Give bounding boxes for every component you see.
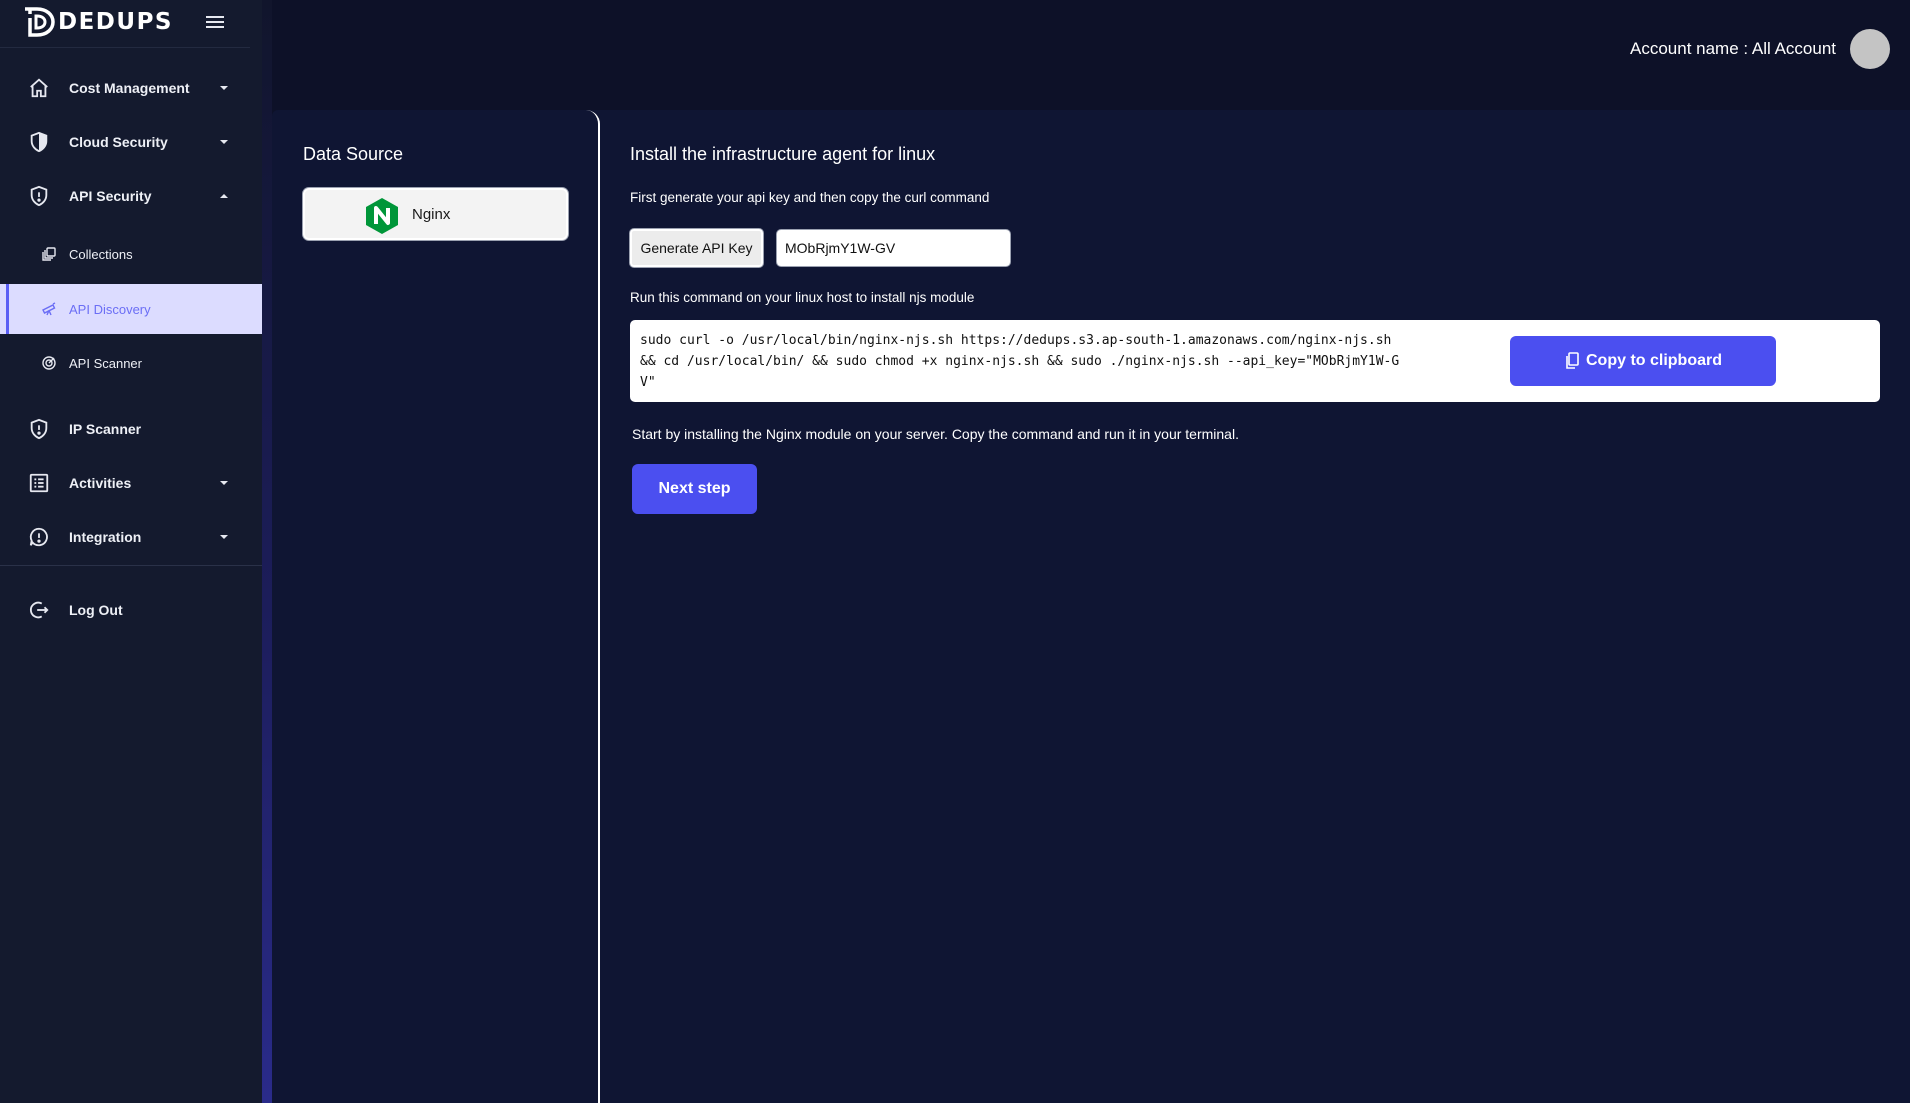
- radar-icon: [42, 356, 56, 370]
- sidebar-item-integration[interactable]: Integration: [0, 512, 262, 562]
- dedups-logo-icon: [25, 7, 55, 37]
- home-icon: [30, 78, 48, 98]
- copy-button-label: Copy to clipboard: [1586, 352, 1722, 369]
- sidebar-item-label: API Discovery: [69, 301, 151, 317]
- next-step-button[interactable]: Next step: [632, 464, 757, 514]
- sidebar-item-api-discovery[interactable]: API Discovery: [0, 284, 262, 334]
- sidebar-item-cost-management[interactable]: Cost Management: [0, 63, 262, 113]
- sidebar-item-collections[interactable]: Collections: [0, 229, 262, 279]
- sidebar-item-label: Cloud Security: [69, 134, 168, 150]
- hamburger-menu-icon[interactable]: [206, 14, 224, 30]
- account-name: Account name : All Account: [1630, 39, 1837, 58]
- nginx-source-card[interactable]: Nginx: [303, 188, 568, 240]
- logout-icon: [29, 601, 49, 619]
- sidebar-item-label: API Scanner: [69, 355, 142, 371]
- telescope-icon: [42, 302, 56, 316]
- brand-logo[interactable]: DEDUPS: [22, 6, 173, 38]
- chevron-down-icon[interactable]: [219, 532, 229, 542]
- chevron-down-icon[interactable]: [219, 83, 229, 93]
- sidebar-item-label: Collections: [69, 246, 133, 262]
- sidebar-edge: [262, 0, 272, 1103]
- shield-icon: [30, 131, 48, 153]
- install-command[interactable]: sudo curl -o /usr/local/bin/nginx-njs.sh…: [640, 330, 1400, 393]
- avatar[interactable]: [1850, 29, 1890, 69]
- run-command-instruction: Run this command on your linux host to i…: [630, 290, 975, 305]
- api-key-field[interactable]: [776, 229, 1011, 267]
- shield-alert-icon: [30, 418, 48, 440]
- sidebar-item-cloud-security[interactable]: Cloud Security: [0, 117, 262, 167]
- sidebar-item-api-security[interactable]: API Security: [0, 171, 262, 221]
- command-box: sudo curl -o /usr/local/bin/nginx-njs.sh…: [630, 320, 1880, 402]
- list-icon: [29, 473, 49, 493]
- chevron-down-icon[interactable]: [219, 478, 229, 488]
- brand-name: DEDUPS: [58, 9, 173, 35]
- sidebar-item-label: Log Out: [69, 602, 123, 618]
- copy-to-clipboard-button[interactable]: Copy to clipboard: [1510, 336, 1776, 386]
- copy-icon: [1566, 352, 1579, 369]
- logo-row: DEDUPS: [0, 0, 250, 48]
- sidebar-item-label: Cost Management: [69, 80, 190, 96]
- nginx-label: Nginx: [412, 206, 451, 223]
- generate-api-key-button[interactable]: Generate API Key: [630, 229, 763, 267]
- nginx-logo-icon: [366, 198, 398, 234]
- chevron-down-icon[interactable]: [219, 137, 229, 147]
- sidebar-item-api-scanner[interactable]: API Scanner: [0, 338, 262, 388]
- install-content: Install the infrastructure agent for lin…: [630, 110, 1890, 1103]
- sidebar-item-label: Integration: [69, 529, 142, 545]
- generate-instruction: First generate your api key and then cop…: [630, 190, 990, 205]
- chevron-up-icon[interactable]: [219, 191, 229, 201]
- sidebar-item-label: API Security: [69, 188, 152, 204]
- sidebar-item-label: IP Scanner: [69, 421, 142, 437]
- install-hint: Start by installing the Nginx module on …: [632, 426, 1239, 442]
- sidebar-item-ip-scanner[interactable]: IP Scanner: [0, 404, 262, 454]
- sidebar-item-logout[interactable]: Log Out: [0, 585, 262, 635]
- collections-icon: [42, 247, 56, 261]
- sidebar-divider: [0, 565, 262, 566]
- sidebar: DEDUPS Cost Management Cloud Security AP…: [0, 0, 262, 1103]
- main-panel: Data Source Nginx Install the infrastruc…: [272, 110, 1910, 1103]
- data-source-column: Data Source Nginx: [272, 110, 600, 1103]
- alert-bubble-icon: [29, 527, 48, 547]
- sidebar-item-label: Activities: [69, 475, 132, 491]
- data-source-title: Data Source: [303, 144, 404, 164]
- install-title: Install the infrastructure agent for lin…: [630, 144, 936, 164]
- sidebar-item-activities[interactable]: Activities: [0, 458, 262, 508]
- shield-alert-icon: [30, 185, 48, 207]
